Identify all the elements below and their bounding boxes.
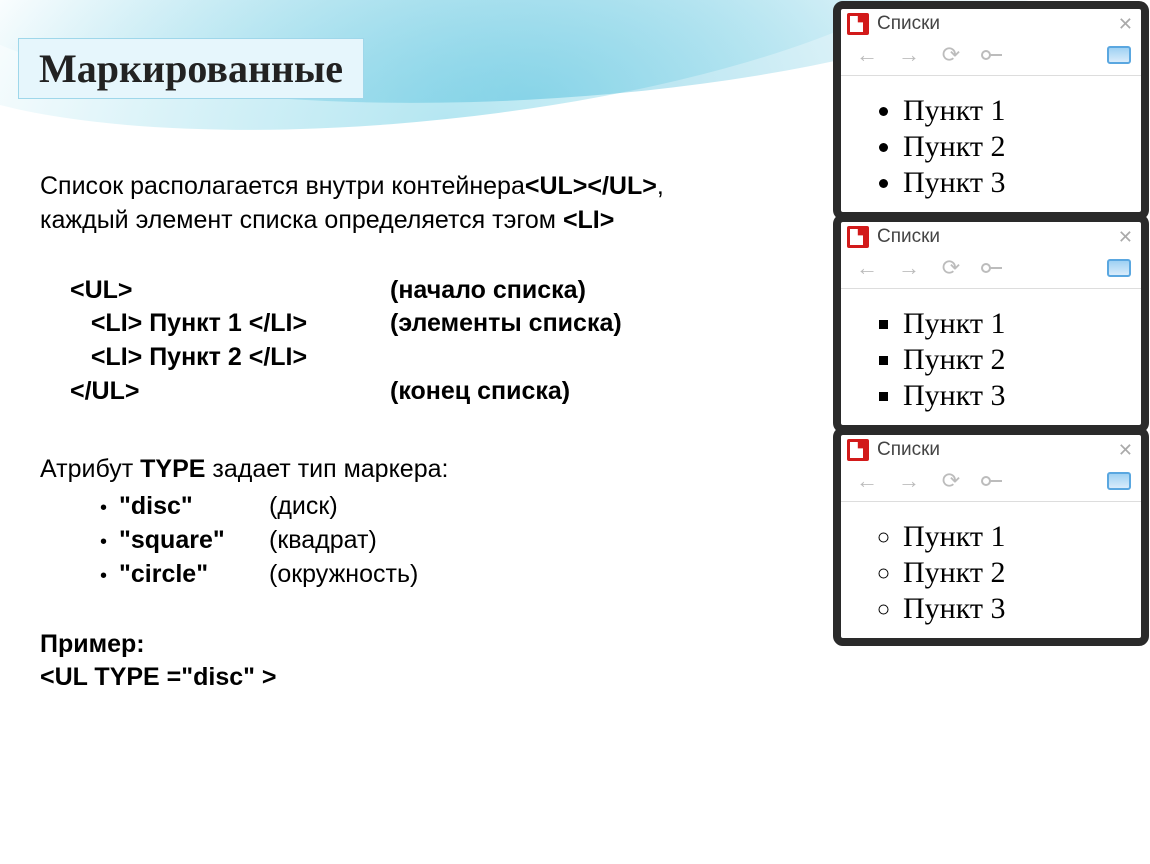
example-block: Пример: <UL TYPE ="disc" >: [40, 628, 800, 696]
intro-tag-ul-close: </UL>: [587, 172, 656, 200]
browser-body: Пункт 1 Пункт 2 Пункт 3: [841, 76, 1141, 206]
attr-desc: (окружность): [269, 558, 418, 592]
reload-icon[interactable]: ⟳: [939, 469, 963, 493]
back-icon[interactable]: ←: [855, 256, 879, 280]
forward-icon[interactable]: →: [897, 256, 921, 280]
code-row: </UL> (конец списка): [70, 375, 800, 409]
code-c1: <LI> Пункт 1 </LI>: [70, 307, 390, 341]
browser-toolbar: ← → ⟳: [841, 250, 1141, 289]
code-row: <LI> Пункт 2 </LI>: [70, 341, 800, 375]
list-item: Пункт 1: [903, 94, 1133, 128]
code-c1: <LI> Пункт 2 </LI>: [70, 341, 390, 375]
browser-toolbar: ← → ⟳: [841, 463, 1141, 502]
browser-panel-circle: Списки ✕ ← → ⟳ Пункт 1 Пункт 2 Пункт 3: [833, 427, 1149, 646]
close-icon[interactable]: ✕: [1118, 14, 1133, 35]
slide-title: Маркированные: [18, 38, 364, 99]
attr-item: "disc"(диск): [100, 490, 800, 524]
attr-post: задает тип маркера:: [205, 455, 448, 483]
monitor-icon[interactable]: [1107, 46, 1131, 64]
code-c2: (конец списка): [390, 375, 570, 409]
code-c1: </UL>: [70, 375, 390, 409]
close-icon[interactable]: ✕: [1118, 227, 1133, 248]
browser-titlebar: Списки ✕: [841, 435, 1141, 463]
list-item: Пункт 1: [903, 307, 1133, 341]
attr-list: "disc"(диск) "square"(квадрат) "circle"(…: [100, 490, 800, 591]
preview-list-disc: Пункт 1 Пункт 2 Пункт 3: [875, 94, 1133, 200]
opera-icon: [847, 13, 869, 35]
attribute-block: Атрибут TYPE задает тип маркера: "disc"(…: [40, 453, 800, 592]
browser-title: Списки: [877, 439, 940, 461]
browser-titlebar: Списки ✕: [841, 222, 1141, 250]
preview-list-circle: Пункт 1 Пункт 2 Пункт 3: [875, 520, 1133, 626]
back-icon[interactable]: ←: [855, 43, 879, 67]
intro-comma: ,: [657, 172, 664, 200]
monitor-icon[interactable]: [1107, 259, 1131, 277]
attr-value: "disc": [119, 490, 269, 524]
browser-titlebar: Списки ✕: [841, 9, 1141, 37]
opera-icon: [847, 439, 869, 461]
list-item: Пункт 2: [903, 343, 1133, 377]
browser-body: Пункт 1 Пункт 2 Пункт 3: [841, 289, 1141, 419]
attr-name: TYPE: [140, 455, 205, 483]
intro-line2-pre: каждый элемент списка определяется тэгом: [40, 206, 563, 234]
list-item: Пункт 1: [903, 520, 1133, 554]
list-item: Пункт 3: [903, 592, 1133, 626]
attr-desc: (диск): [269, 490, 338, 524]
browser-body: Пункт 1 Пункт 2 Пункт 3: [841, 502, 1141, 632]
forward-icon[interactable]: →: [897, 43, 921, 67]
intro-tag-li: <LI>: [563, 206, 614, 234]
intro-tag-ul-open: <UL>: [525, 172, 588, 200]
browser-panel-square: Списки ✕ ← → ⟳ Пункт 1 Пункт 2 Пункт 3: [833, 214, 1149, 433]
attr-item: "circle"(окружность): [100, 558, 800, 592]
attr-item: "square"(квадрат): [100, 524, 800, 558]
example-label: Пример:: [40, 628, 800, 662]
slide-content: Список располагается внутри контейнера<U…: [40, 170, 800, 695]
code-row: <UL> (начало списка): [70, 274, 800, 308]
preview-column: Списки ✕ ← → ⟳ Пункт 1 Пункт 2 Пункт 3 С…: [833, 1, 1149, 646]
key-icon: [981, 476, 1002, 486]
code-c2: (начало списка): [390, 274, 586, 308]
reload-icon[interactable]: ⟳: [939, 43, 963, 67]
list-item: Пункт 3: [903, 379, 1133, 413]
browser-title: Списки: [877, 226, 940, 248]
preview-list-square: Пункт 1 Пункт 2 Пункт 3: [875, 307, 1133, 413]
list-item: Пункт 2: [903, 130, 1133, 164]
list-item: Пункт 2: [903, 556, 1133, 590]
close-icon[interactable]: ✕: [1118, 440, 1133, 461]
attr-value: "square": [119, 524, 269, 558]
browser-title: Списки: [877, 13, 940, 35]
attr-value: "circle": [119, 558, 269, 592]
attr-desc: (квадрат): [269, 524, 377, 558]
browser-toolbar: ← → ⟳: [841, 37, 1141, 76]
intro-text: Список располагается внутри контейнера<U…: [40, 170, 800, 238]
code-row: <LI> Пункт 1 </LI> (элементы списка): [70, 307, 800, 341]
browser-panel-disc: Списки ✕ ← → ⟳ Пункт 1 Пункт 2 Пункт 3: [833, 1, 1149, 220]
intro-line1-pre: Список располагается внутри контейнера: [40, 172, 525, 200]
back-icon[interactable]: ←: [855, 469, 879, 493]
code-c2: (элементы списка): [390, 307, 622, 341]
opera-icon: [847, 226, 869, 248]
list-item: Пункт 3: [903, 166, 1133, 200]
forward-icon[interactable]: →: [897, 469, 921, 493]
code-block: <UL> (начало списка) <LI> Пункт 1 </LI> …: [70, 274, 800, 409]
example-code: <UL TYPE ="disc" >: [40, 661, 800, 695]
attr-pre: Атрибут: [40, 455, 140, 483]
key-icon: [981, 263, 1002, 273]
reload-icon[interactable]: ⟳: [939, 256, 963, 280]
monitor-icon[interactable]: [1107, 472, 1131, 490]
key-icon: [981, 50, 1002, 60]
attr-head: Атрибут TYPE задает тип маркера:: [40, 453, 800, 487]
code-c1: <UL>: [70, 274, 390, 308]
